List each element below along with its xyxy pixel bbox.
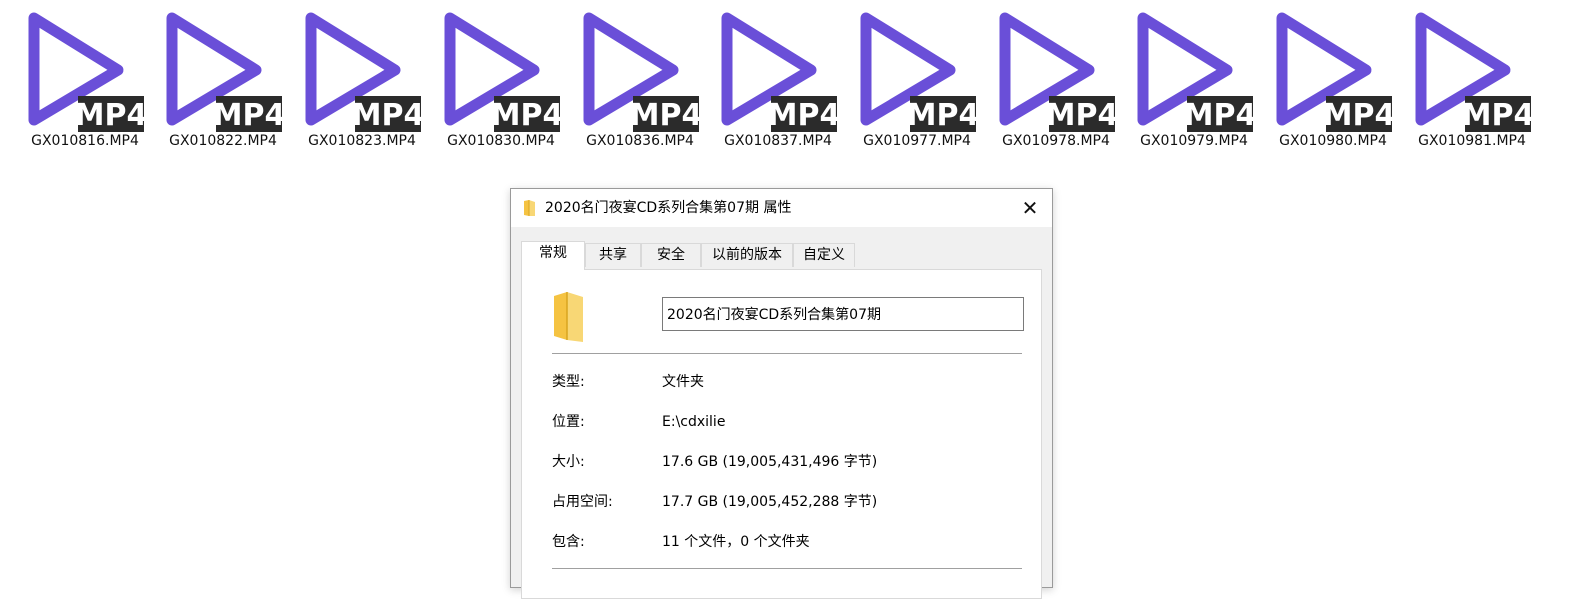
file-item[interactable]: MP4 GX010981.MP4 (1407, 8, 1537, 154)
mp4-play-icon: MP4 (1137, 12, 1257, 133)
property-label: 大小: (552, 454, 585, 470)
tab-security[interactable]: 安全 (641, 243, 701, 267)
file-item[interactable]: MP4 GX010830.MP4 (436, 8, 566, 154)
file-name: GX010830.MP4 (447, 133, 555, 149)
file-item[interactable]: MP4 GX010978.MP4 (991, 8, 1121, 154)
file-name: GX010981.MP4 (1418, 133, 1526, 149)
mp4-play-icon: MP4 (583, 12, 703, 133)
property-row-contains: 包含: 11 个文件，0 个文件夹 (552, 531, 1022, 553)
file-badge: MP4 (352, 98, 425, 133)
file-name: GX010816.MP4 (31, 133, 139, 149)
file-name: GX010822.MP4 (169, 133, 277, 149)
mp4-play-icon: MP4 (166, 12, 286, 133)
file-item[interactable]: MP4 GX010837.MP4 (713, 8, 843, 154)
properties-dialog: 2020名门夜宴CD系列合集第07期 属性 ✕ 常规 共享 安全 以前的版本 自… (510, 188, 1053, 599)
property-row-type: 类型: 文件夹 (552, 371, 1022, 393)
folder-icon (554, 292, 583, 342)
dialog-title: 2020名门夜宴CD系列合集第07期 属性 (545, 200, 792, 216)
file-badge: MP4 (213, 98, 286, 133)
file-badge: MP4 (1046, 98, 1119, 133)
tab-general[interactable]: 常规 (521, 241, 585, 270)
file-name: GX010836.MP4 (586, 133, 694, 149)
folder-name-field[interactable] (662, 297, 1024, 331)
folder-icon (524, 200, 535, 216)
file-item[interactable]: MP4 GX010836.MP4 (575, 8, 705, 154)
property-label: 类型: (552, 374, 585, 390)
mp4-play-icon: MP4 (1415, 12, 1535, 133)
property-row-size-on-disk: 占用空间: 17.7 GB (19,005,452,288 字节) (552, 491, 1022, 513)
close-button[interactable]: ✕ (1008, 189, 1052, 227)
file-grid: MP4 GX010816.MP4 MP4 GX010822.MP4 MP4 GX… (0, 0, 1594, 160)
property-label: 占用空间: (552, 494, 613, 510)
property-row-location: 位置: E:\cdxilie (552, 411, 1022, 433)
file-badge: MP4 (1184, 98, 1257, 133)
property-row-size: 大小: 17.6 GB (19,005,431,496 字节) (552, 451, 1022, 473)
file-item[interactable]: MP4 GX010979.MP4 (1129, 8, 1259, 154)
file-name: GX010837.MP4 (724, 133, 832, 149)
file-badge: MP4 (768, 98, 841, 133)
mp4-play-icon: MP4 (721, 12, 841, 133)
file-badge: MP4 (75, 98, 148, 133)
property-value: 17.7 GB (19,005,452,288 字节) (662, 494, 878, 510)
file-badge: MP4 (1462, 98, 1535, 133)
file-name: GX010980.MP4 (1279, 133, 1387, 149)
file-badge: MP4 (491, 98, 564, 133)
file-name: GX010979.MP4 (1140, 133, 1248, 149)
mp4-play-icon: MP4 (28, 12, 148, 133)
mp4-play-icon: MP4 (860, 12, 980, 133)
file-name: GX010978.MP4 (1002, 133, 1110, 149)
property-value: 11 个文件，0 个文件夹 (662, 534, 810, 550)
file-badge: MP4 (1323, 98, 1396, 133)
property-value: 文件夹 (662, 374, 704, 390)
general-tab-panel: 类型: 文件夹 位置: E:\cdxilie 大小: 17.6 GB (19,0… (521, 269, 1042, 599)
property-value: 17.6 GB (19,005,431,496 字节) (662, 454, 878, 470)
mp4-play-icon: MP4 (305, 12, 425, 133)
mp4-play-icon: MP4 (999, 12, 1119, 133)
property-value: E:\cdxilie (662, 414, 726, 430)
tab-previous-versions[interactable]: 以前的版本 (701, 243, 793, 267)
file-item[interactable]: MP4 GX010822.MP4 (158, 8, 288, 154)
dialog-titlebar[interactable]: 2020名门夜宴CD系列合集第07期 属性 ✕ (511, 189, 1052, 227)
file-badge: MP4 (907, 98, 980, 133)
tab-customize[interactable]: 自定义 (793, 243, 855, 267)
separator (552, 568, 1022, 569)
file-item[interactable]: MP4 GX010977.MP4 (852, 8, 982, 154)
file-badge: MP4 (630, 98, 703, 133)
tab-sharing[interactable]: 共享 (585, 243, 641, 267)
separator (552, 353, 1022, 354)
file-name: GX010823.MP4 (308, 133, 416, 149)
file-name: GX010977.MP4 (863, 133, 971, 149)
property-label: 包含: (552, 534, 585, 550)
mp4-play-icon: MP4 (1276, 12, 1396, 133)
property-label: 位置: (552, 414, 585, 430)
file-item[interactable]: MP4 GX010816.MP4 (20, 8, 150, 154)
file-item[interactable]: MP4 GX010823.MP4 (297, 8, 427, 154)
file-item[interactable]: MP4 GX010980.MP4 (1268, 8, 1398, 154)
mp4-play-icon: MP4 (444, 12, 564, 133)
